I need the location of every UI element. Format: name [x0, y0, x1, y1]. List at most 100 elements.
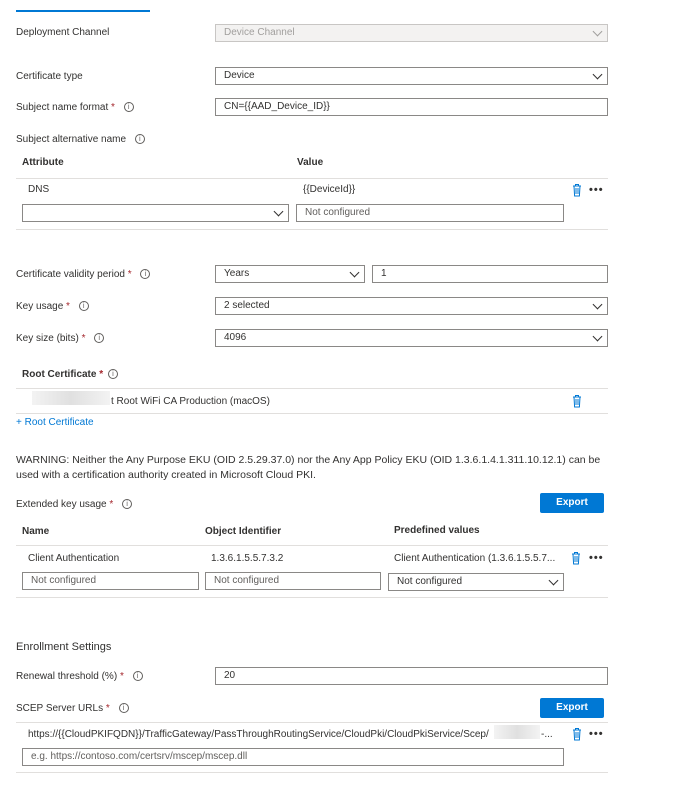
- key-usage-value: 2 selected: [224, 300, 270, 311]
- certificate-type-dropdown[interactable]: Device: [215, 67, 608, 85]
- scep-urls-label-text: SCEP Server URLs: [16, 703, 104, 714]
- key-usage-dropdown[interactable]: 2 selected: [215, 297, 608, 315]
- subject-name-format-text: Subject name format: [16, 102, 109, 113]
- validity-unit-value: Years: [224, 268, 250, 279]
- eku-divider: [16, 545, 608, 546]
- eku-export-button[interactable]: Export: [540, 493, 604, 513]
- scep-urls-label: SCEP Server URLs * i: [16, 703, 129, 714]
- eku-header-predefined: Predefined values: [394, 525, 480, 536]
- deployment-channel-dropdown: Device Channel: [215, 24, 608, 42]
- scep-url-truncated: -...: [541, 729, 553, 740]
- add-root-certificate-link[interactable]: + Root Certificate: [16, 417, 94, 428]
- san-new-attribute-dropdown[interactable]: [22, 204, 289, 222]
- enrollment-settings-title: Enrollment Settings: [16, 641, 112, 653]
- info-icon[interactable]: i: [107, 369, 118, 379]
- validity-label-text: Certificate validity period: [16, 269, 125, 280]
- required-mark: *: [66, 301, 70, 312]
- san-bottom-divider: [16, 229, 608, 230]
- san-row-attribute: DNS: [28, 184, 50, 195]
- san-header-value: Value: [297, 157, 324, 168]
- chevron-down-icon: [349, 267, 360, 278]
- redacted-area: [32, 391, 110, 405]
- san-row-value: {{DeviceId}}: [303, 184, 356, 195]
- eku-new-predefined-value: Not configured: [397, 576, 463, 587]
- more-options-icon[interactable]: •••: [589, 553, 604, 564]
- eku-label-text: Extended key usage: [16, 499, 107, 510]
- validity-value-input[interactable]: 1: [372, 265, 608, 283]
- trash-icon[interactable]: [571, 183, 583, 197]
- eku-row-oid: 1.3.6.1.5.5.7.3.2: [211, 553, 284, 564]
- scep-bottom-divider: [16, 772, 608, 773]
- active-tab-indicator: [16, 10, 150, 12]
- more-options-icon[interactable]: •••: [589, 729, 604, 740]
- scep-divider: [16, 722, 608, 723]
- san-new-value-input[interactable]: Not configured: [296, 204, 564, 222]
- root-cert-label: Root Certificate * i: [22, 369, 118, 380]
- info-icon[interactable]: i: [94, 333, 105, 343]
- renewal-threshold-input[interactable]: 20: [215, 667, 608, 685]
- required-mark: *: [111, 102, 115, 113]
- root-cert-bottom-divider: [16, 413, 608, 414]
- key-usage-label: Key usage * i: [16, 301, 89, 312]
- eku-new-oid-input[interactable]: Not configured: [205, 572, 381, 590]
- eku-row-name: Client Authentication: [28, 553, 120, 564]
- eku-header-name: Name: [22, 526, 50, 537]
- root-cert-divider: [16, 388, 608, 389]
- subject-name-format-input[interactable]: CN={{AAD_Device_ID}}: [215, 98, 608, 116]
- trash-icon[interactable]: [570, 551, 582, 565]
- san-divider: [16, 178, 608, 179]
- certificate-type-label: Certificate type: [16, 71, 83, 82]
- deployment-channel-value: Device Channel: [224, 27, 295, 38]
- san-label-text: Subject alternative name: [16, 134, 127, 145]
- root-cert-value: t Root WiFi CA Production (macOS): [111, 396, 270, 407]
- chevron-down-icon: [273, 206, 284, 217]
- validity-label: Certificate validity period * i: [16, 269, 151, 280]
- chevron-down-icon: [592, 299, 603, 310]
- renewal-threshold-label-text: Renewal threshold (%): [16, 671, 118, 682]
- required-mark: *: [105, 703, 110, 714]
- info-icon[interactable]: i: [123, 102, 134, 112]
- required-mark: *: [99, 369, 104, 380]
- info-icon[interactable]: i: [118, 703, 129, 713]
- warning-text: WARNING: Neither the Any Purpose EKU (OI…: [16, 454, 601, 481]
- key-size-value: 4096: [224, 332, 247, 343]
- validity-unit-dropdown[interactable]: Years: [215, 265, 365, 283]
- chevron-down-icon: [592, 331, 603, 342]
- trash-icon[interactable]: [571, 394, 583, 408]
- san-header-attribute: Attribute: [22, 157, 64, 168]
- more-options-icon[interactable]: •••: [589, 185, 604, 196]
- chevron-down-icon: [592, 69, 603, 80]
- eku-header-oid: Object Identifier: [205, 526, 282, 537]
- required-mark: *: [127, 269, 132, 280]
- trash-icon[interactable]: [571, 727, 583, 741]
- san-label: Subject alternative name i: [16, 134, 145, 145]
- key-size-label-text: Key size (bits): [16, 333, 79, 344]
- info-icon[interactable]: i: [132, 671, 143, 681]
- eku-label: Extended key usage * i: [16, 499, 133, 510]
- scep-export-button[interactable]: Export: [540, 698, 604, 718]
- root-cert-label-text: Root Certificate: [22, 369, 97, 380]
- eku-new-name-input[interactable]: Not configured: [22, 572, 199, 590]
- key-size-label: Key size (bits) * i: [16, 333, 105, 344]
- deployment-channel-label: Deployment Channel: [16, 27, 110, 38]
- key-size-dropdown[interactable]: 4096: [215, 329, 608, 347]
- required-mark: *: [81, 333, 86, 344]
- chevron-down-icon: [592, 26, 603, 37]
- renewal-threshold-label: Renewal threshold (%) * i: [16, 671, 143, 682]
- eku-bottom-divider: [16, 597, 608, 598]
- required-mark: *: [119, 671, 124, 682]
- info-icon[interactable]: i: [140, 269, 151, 279]
- scep-new-url-input[interactable]: e.g. https://contoso.com/certsrv/mscep/m…: [22, 748, 564, 766]
- chevron-down-icon: [548, 575, 559, 586]
- required-mark: *: [109, 499, 114, 510]
- certificate-type-value: Device: [224, 70, 255, 81]
- subject-name-format-label: Subject name format * i: [16, 102, 134, 113]
- scep-url-value: https://{{CloudPKIFQDN}}/TrafficGateway/…: [28, 729, 489, 740]
- info-icon[interactable]: i: [122, 499, 133, 509]
- key-usage-label-text: Key usage: [16, 301, 64, 312]
- info-icon[interactable]: i: [134, 134, 145, 144]
- eku-row-predefined: Client Authentication (1.3.6.1.5.5.7...: [394, 553, 556, 564]
- eku-new-predefined-dropdown[interactable]: Not configured: [388, 573, 564, 591]
- info-icon[interactable]: i: [78, 301, 89, 311]
- redacted-area: [494, 725, 540, 739]
